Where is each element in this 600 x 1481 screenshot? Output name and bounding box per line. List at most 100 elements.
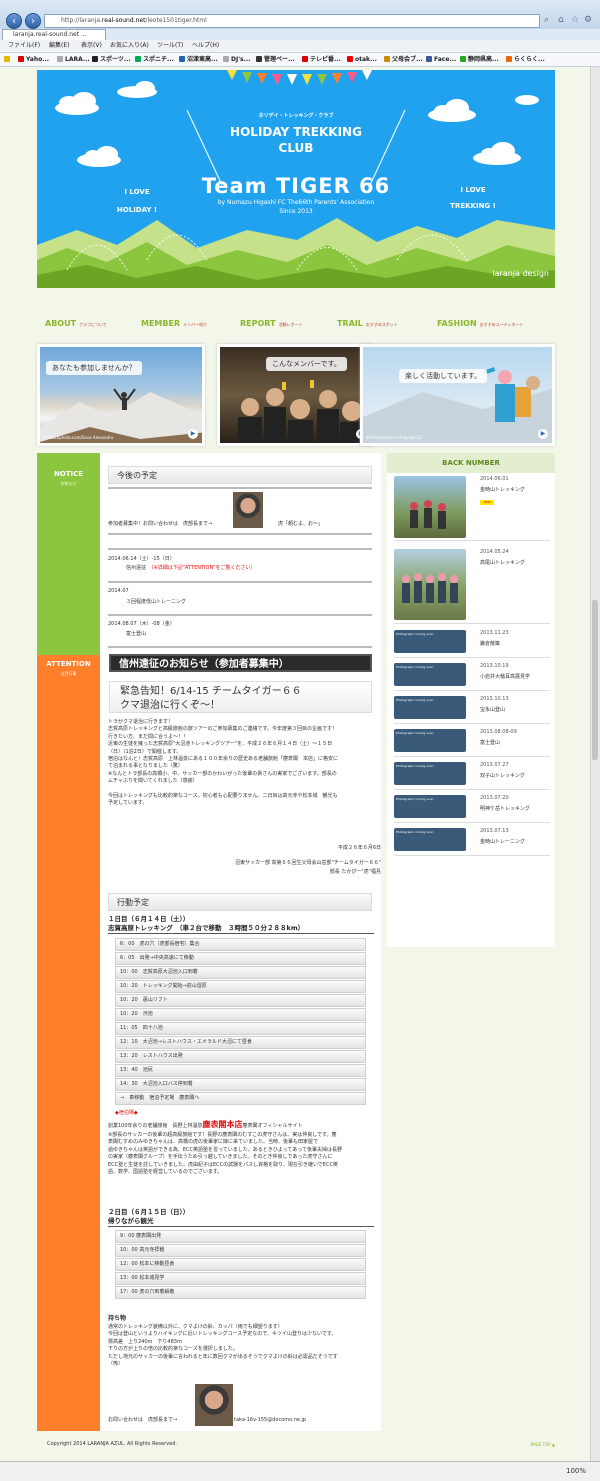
club-kana: ホリデイ・トレッキング・クラブ — [258, 113, 334, 119]
fav-item[interactable]: otak... — [347, 56, 377, 64]
team-name: Team TIGER 66 — [201, 174, 391, 198]
event-name: 信州遠征 （※詳細は下記"ATTENTION"をご覧ください） — [126, 565, 256, 571]
photo-members[interactable]: こんなメンバーです。 ▶ — [217, 344, 373, 446]
back-number-item[interactable]: Photograph coming soon 2013.10.19 小岩井大幡耳… — [394, 663, 550, 691]
event-note[interactable]: （※詳細は下記"ATTENTION"をご覧ください） — [151, 565, 255, 571]
menu-bar: ファイル(F) 編集(E) 表示(V) お気に入り(A) ツール(T) ヘルプ(… — [0, 40, 600, 53]
urgent-notice: 緊急告知！6/14-15 チームタイガー６６ クマ退治に行くぞ〜！ — [109, 681, 372, 713]
back-number-item[interactable]: 2014.06.01 金時山トレッキング NEW — [394, 476, 550, 541]
schedule-row: 10：00 志賀高原大沼池入口到着 — [115, 966, 366, 979]
favorites-star-icon[interactable] — [4, 56, 12, 64]
back-number-date: 2013.10.19 — [480, 663, 509, 669]
attention-label: ATTENTION 注目行事 — [46, 660, 91, 676]
thumbnail: Photograph coming soon — [394, 630, 466, 653]
back-number-item[interactable]: Photograph coming soon 2013.07.27 双子山トレッ… — [394, 762, 550, 790]
gear-icon[interactable]: ⚙ — [584, 14, 592, 26]
laranja-logo: laranja design — [492, 269, 549, 278]
forward-button[interactable]: › — [25, 13, 41, 29]
page-top-link[interactable]: PAGE TOP ▲ — [531, 1441, 555, 1448]
scrollbar[interactable] — [590, 67, 600, 1461]
contact-email[interactable]: taka-16v-155@docomo.ne.jp — [234, 1417, 306, 1424]
browser-tab[interactable]: laranja.real-sound.net ... — [2, 29, 106, 40]
notice-sidebar: NOTICE お知らせ — [37, 453, 100, 655]
back-number-title-text: 富士登山 — [480, 740, 501, 746]
inn-name-link[interactable]: 塵表閣本店 — [203, 1120, 243, 1129]
schedule-row: 12：00 松本に移動昼食 — [115, 1258, 366, 1271]
address-bar[interactable]: http://laranja.real-sound.net/leote1501t… — [44, 14, 540, 28]
play-icon[interactable]: ▶ — [538, 429, 548, 439]
back-number-title-text: 金時山トレッキング — [480, 487, 525, 493]
divider — [108, 548, 372, 550]
back-number-item[interactable]: Photograph coming soon 2013.10.13 宝永山登山 — [394, 696, 550, 724]
zoom-level[interactable]: 100% — [566, 1467, 586, 1475]
notice-label: NOTICE お知らせ — [53, 470, 84, 486]
club-name-line1: HOLIDAY TREKKING — [230, 125, 362, 139]
notice-contact-quote: 虎「頼むよ、お〜」 — [278, 521, 324, 527]
scrollbar-thumb[interactable] — [592, 600, 598, 760]
fav-item[interactable]: 静岡県高... — [460, 56, 499, 64]
schedule-row: 12：10 大沼池→レストハウス・エメラルド大沼にて昼食 — [115, 1036, 366, 1049]
notice-contact: 参加者募集中！お問い合わせは 虎部長まで→ — [108, 521, 213, 527]
fav-item[interactable]: らくらく... — [506, 56, 545, 64]
star-icon[interactable]: ☆ — [571, 14, 579, 26]
schedule-row: 17：00 虎の穴到着解散 — [115, 1286, 366, 1299]
photo-activity[interactable]: 楽しく活動しています。 ©iStockphoto.com/gaspr13 ▶ — [360, 344, 555, 446]
url-domain: real-sound.net — [101, 17, 146, 24]
back-number-title-text: 鎌倉散策 — [480, 641, 501, 647]
nav-report[interactable]: REPORT 活動レポート — [240, 318, 303, 331]
schedule-row: 10：20 蓮山リフト — [115, 994, 366, 1007]
contact2: お問い合わせは 虎部長まで→ — [108, 1417, 178, 1423]
schedule-row: → 車移動 宿泊予定場 塵表閣へ — [115, 1092, 366, 1105]
schedule-row: 9：00 塵表閣出発 — [115, 1230, 366, 1243]
menu-view[interactable]: 表示(V) — [81, 42, 102, 50]
photo-join[interactable]: あなたも参加しませんか？ ©iStockphoto.com/Sava Alexa… — [37, 344, 205, 446]
menu-tools[interactable]: ツール(T) — [157, 42, 183, 50]
fav-item[interactable]: Yaho... — [18, 56, 49, 64]
fav-item[interactable]: スポニチ... — [135, 56, 174, 64]
menu-edit[interactable]: 編集(E) — [49, 42, 69, 50]
back-button[interactable]: ‹ — [6, 13, 22, 29]
schedule-row: 6：00 虎の穴（虎部長宿宅）集合 — [115, 938, 366, 951]
nav-about[interactable]: ABOUT クラブについて — [45, 318, 107, 331]
nav-member[interactable]: MEMBER メンバー紹介 — [141, 318, 207, 331]
team-byline: by Numazu Higashi FC The66th Parents' As… — [217, 199, 375, 206]
header-banner: ホリデイ・トレッキング・クラブ HOLIDAY TREKKING CLUB I … — [37, 70, 555, 288]
back-number-title-text: 高尾山トレッキング — [480, 560, 525, 566]
inn-line: 創業100年余りの老舗旅館 長野上林温泉塵表閣本店塵表閣オフィシャルサイト — [108, 1120, 303, 1130]
fav-item[interactable]: 沼津東高... — [179, 56, 218, 64]
thumbnail: Photograph coming soon — [394, 828, 466, 851]
back-number-title-text: 小岩井大幡耳高展見学 — [480, 674, 531, 680]
fav-item[interactable]: 管理ペー... — [256, 56, 295, 64]
back-number-item[interactable]: Photograph coming soon 2013.07.13 金時山トレー… — [394, 828, 550, 856]
back-number-item[interactable]: Photograph coming soon 2013.08.08-09 富士登… — [394, 729, 550, 757]
back-number-title-text: 宝永山登山 — [480, 707, 506, 713]
fav-item[interactable]: スポーツ... — [92, 56, 131, 64]
photo-caption: 楽しく活動しています。 — [399, 369, 488, 383]
fav-item[interactable]: LARA... — [57, 56, 90, 64]
event-name: ３回程度低山トレーニング — [126, 599, 187, 605]
back-number-date: 2014.06.01 — [480, 476, 509, 482]
nav-trail[interactable]: TRAIL おすすめスポット — [337, 318, 398, 331]
nav-fashion[interactable]: FASHION おすすめコーディネート — [437, 318, 523, 331]
search-icon[interactable]: ⌕ — [544, 14, 549, 26]
fav-item[interactable]: Face... — [426, 56, 456, 64]
back-number-item[interactable]: Photograph coming soon 2013.07.20 明神ケ岳トレ… — [394, 795, 550, 823]
home-icon[interactable]: ⌂ — [558, 14, 564, 26]
fav-item[interactable]: 父母会ブ... — [384, 56, 423, 64]
event-date: 2014.08.07（木）-08（金） — [108, 621, 175, 627]
menu-help[interactable]: ヘルプ(H) — [192, 42, 219, 50]
schedule-row: 10：20 トレッキング開始→前山湿原 — [115, 980, 366, 993]
back-number-item[interactable]: Photograph coming soon 2013.11.23 鎌倉散策 — [394, 630, 550, 658]
thumbnail: Photograph coming soon — [394, 795, 466, 818]
global-nav: ABOUT クラブについて MEMBER メンバー紹介 REPORT 活動レポート T… — [37, 318, 555, 330]
play-icon[interactable]: ▶ — [188, 429, 198, 439]
schedule-row: 6：05 出発→中央高速にて移動 — [115, 952, 366, 965]
back-number-item[interactable]: 2014.05.24 高尾山トレッキング — [394, 549, 550, 624]
schedule-row: 13：40 池尻 — [115, 1064, 366, 1077]
fav-item[interactable]: DJ's... — [223, 56, 250, 64]
fav-item[interactable]: テレビ番... — [302, 56, 341, 64]
back-number-date: 2014.05.24 — [480, 549, 509, 555]
back-number-title-text: 明神ケ岳トレッキング — [480, 806, 530, 812]
menu-favorites[interactable]: お気に入り(A) — [110, 42, 149, 50]
menu-file[interactable]: ファイル(F) — [8, 42, 40, 50]
